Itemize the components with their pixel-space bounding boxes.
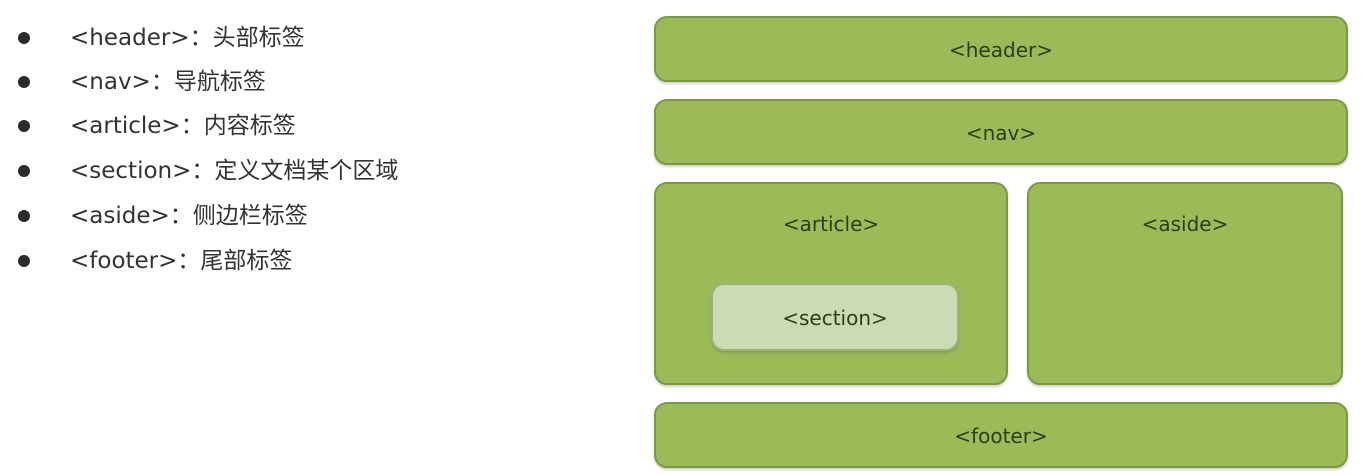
- article-box-label: <article>: [782, 212, 880, 236]
- nav-box-label: <nav>: [965, 121, 1037, 145]
- list-item: <section>：定义文档某个区域: [0, 151, 620, 191]
- bullet-icon: [18, 210, 30, 222]
- list-item-text: <aside>：侧边栏标签: [70, 203, 308, 229]
- aside-box: <aside>: [1027, 182, 1343, 385]
- footer-box: <footer>: [654, 402, 1348, 468]
- list-item: <header>：头部标签: [0, 18, 620, 58]
- list-item: <footer>：尾部标签: [0, 241, 620, 281]
- list-item-text: <header>：头部标签: [70, 25, 305, 51]
- bullet-icon: [18, 76, 30, 88]
- header-box: <header>: [654, 16, 1348, 82]
- aside-box-label: <aside>: [1141, 212, 1229, 236]
- section-box-label: <section>: [782, 306, 888, 330]
- list-item-text: <nav>：导航标签: [70, 69, 266, 95]
- nav-box: <nav>: [654, 99, 1348, 165]
- list-item: <article>：内容标签: [0, 106, 620, 146]
- bullet-icon: [18, 32, 30, 44]
- footer-box-label: <footer>: [954, 424, 1048, 448]
- section-box: <section>: [711, 283, 959, 351]
- tag-list: <header>：头部标签 <nav>：导航标签 <article>：内容标签 …: [0, 0, 620, 475]
- list-item-text: <article>：内容标签: [70, 113, 296, 139]
- bullet-icon: [18, 255, 30, 267]
- bullet-icon: [18, 120, 30, 132]
- list-item-text: <footer>：尾部标签: [70, 248, 293, 274]
- list-item-text: <section>：定义文档某个区域: [70, 158, 399, 184]
- header-box-label: <header>: [949, 38, 1053, 62]
- list-item: <aside>：侧边栏标签: [0, 196, 620, 236]
- bullet-icon: [18, 165, 30, 177]
- list-item: <nav>：导航标签: [0, 62, 620, 102]
